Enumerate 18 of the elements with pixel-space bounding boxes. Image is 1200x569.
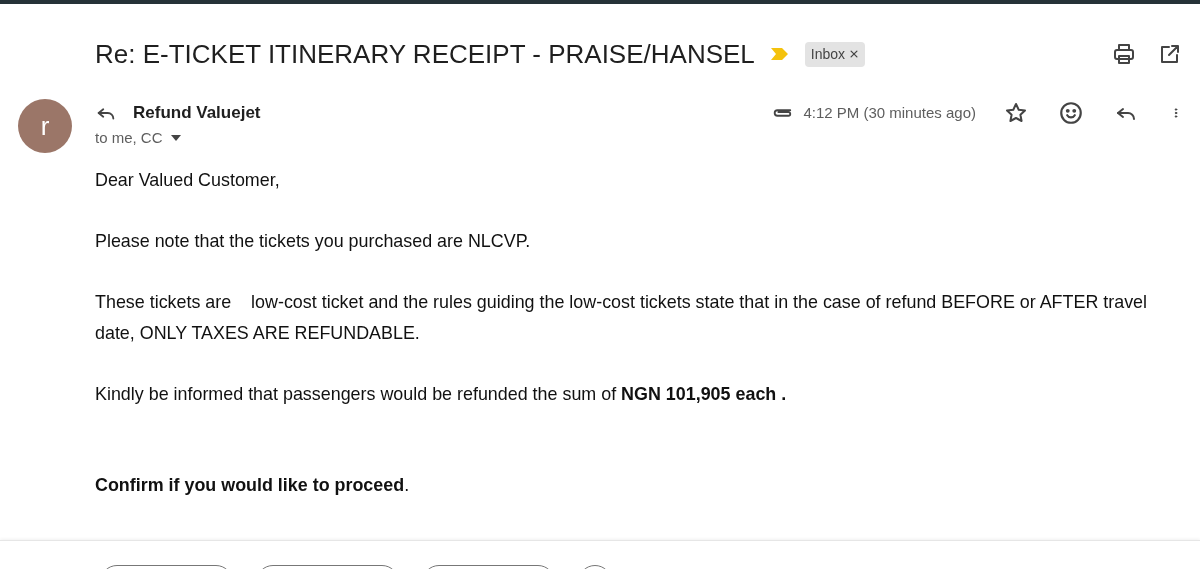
print-icon[interactable] xyxy=(1112,42,1136,66)
body-paragraph: Confirm if you would like to proceed. xyxy=(95,474,411,497)
importance-marker-icon[interactable] xyxy=(770,47,789,61)
remove-label-icon[interactable] xyxy=(849,49,860,59)
sender-name: Refund Valuejet xyxy=(133,102,261,125)
body-paragraph: These tickets are low-cost ticket and the rules guiding the low-cost tickets state that in the case of refund BEFORE or AFTER travel date, ONLY TAXES ARE REFUNDABLE. xyxy=(95,291,1149,345)
sender-avatar: r xyxy=(18,99,72,153)
body-paragraph: Kindly be informed that passengers would be refunded the sum of NGN 101,905 each . xyxy=(95,382,788,406)
email-time: 4:12 PM (30 minutes ago) xyxy=(803,102,976,123)
open-in-new-window-icon[interactable] xyxy=(1158,42,1182,66)
emoji-icon[interactable] xyxy=(1058,100,1084,126)
caret-icon[interactable] xyxy=(170,135,181,142)
label-chip: Inbox xyxy=(804,41,866,67)
body-paragraph: Please note that the tickets you purchased are NLCVP. xyxy=(95,230,532,253)
recipients-text: to me, CC xyxy=(95,128,163,148)
body-paragraph: Dear Valued Customer, xyxy=(95,169,281,192)
star-icon[interactable] xyxy=(1004,101,1028,125)
email-subject: Re: E-TICKET ITINERARY RECEIPT - PRAISE/HANSEL xyxy=(95,37,755,71)
